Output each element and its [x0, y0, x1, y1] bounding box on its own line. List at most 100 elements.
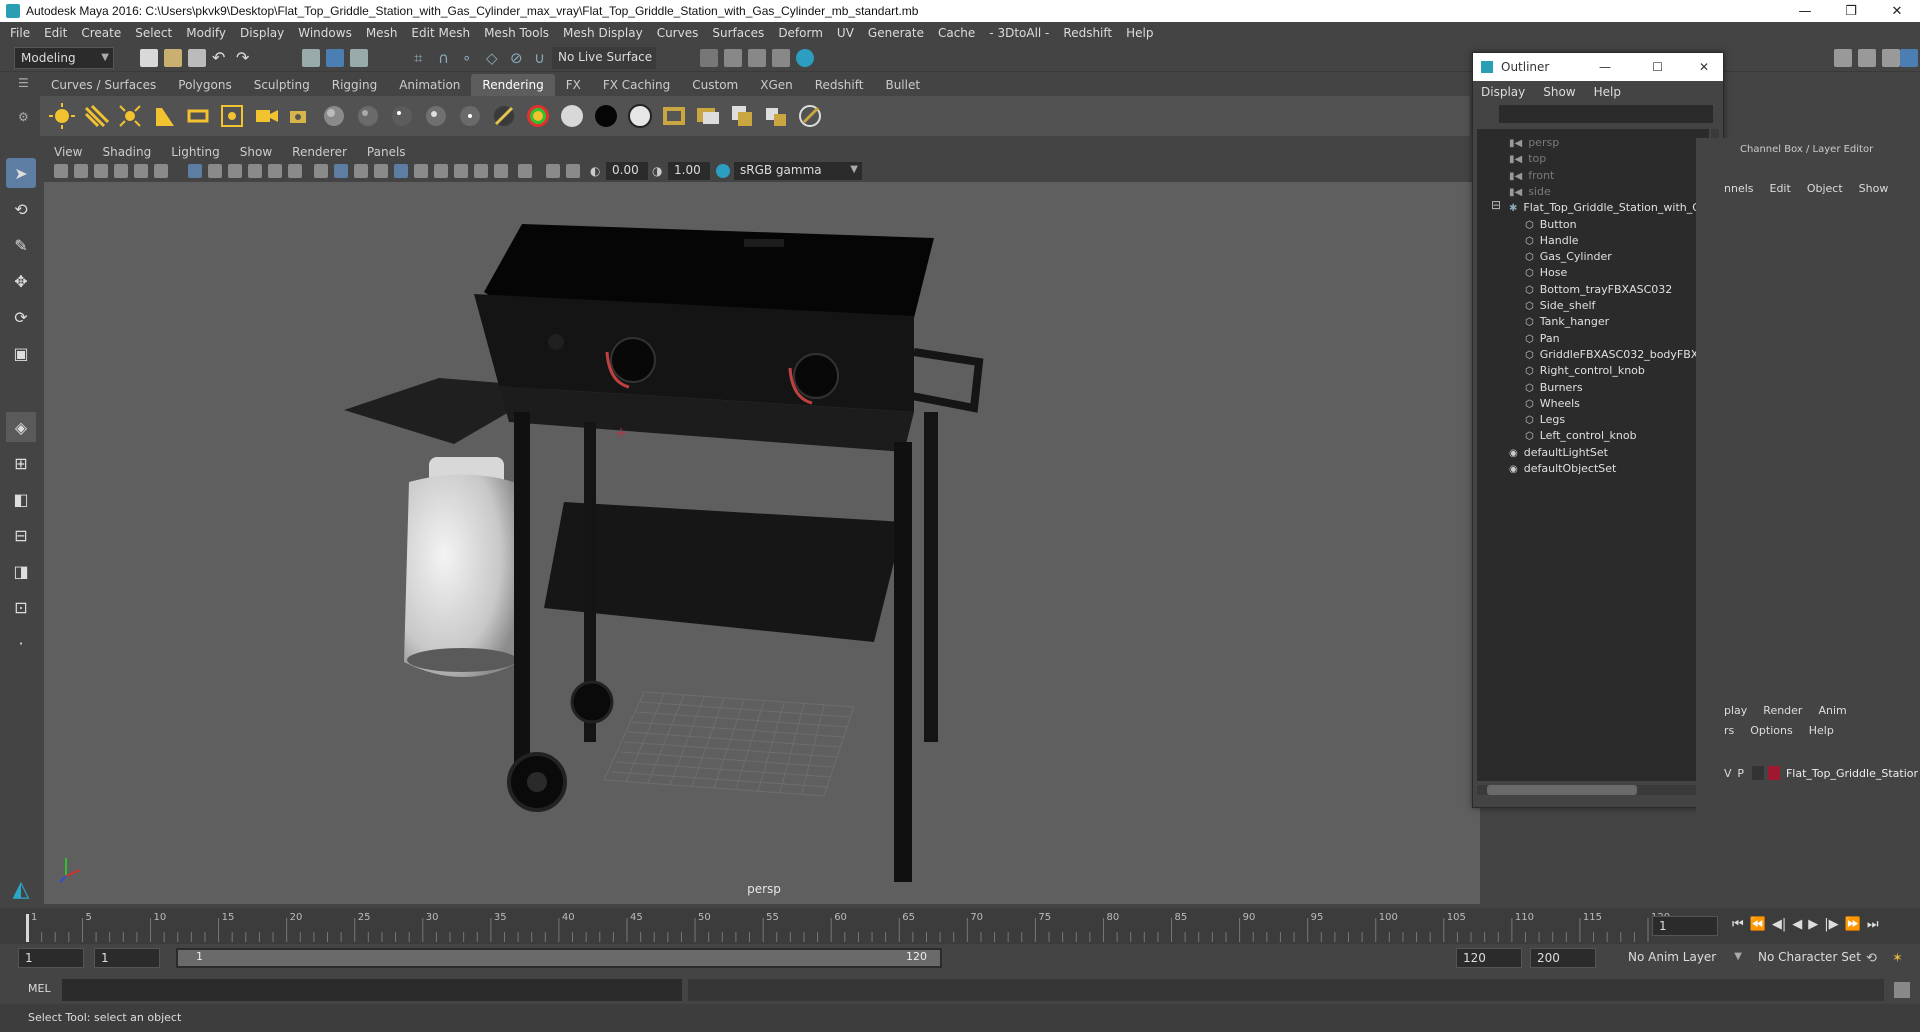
menu-item-15[interactable]: Generate [868, 26, 924, 40]
menu-item-6[interactable]: Windows [298, 26, 352, 40]
white-outline-sphere-icon[interactable] [626, 102, 654, 130]
select-tool-icon[interactable]: ➤ [6, 158, 36, 188]
render-sequence-icon[interactable] [660, 102, 688, 130]
layer-menus-item-0[interactable]: rs [1724, 724, 1734, 737]
undo-icon[interactable]: ↶ [212, 49, 230, 67]
cb-menus-item-0[interactable]: nnels [1724, 182, 1754, 195]
shelf-tab-2[interactable]: Sculpting [243, 74, 321, 96]
outliner-close-button[interactable]: ✕ [1699, 60, 1709, 74]
render-diagnostics-icon[interactable] [796, 102, 824, 130]
menu-item-14[interactable]: UV [837, 26, 854, 40]
outliner-tree[interactable]: ▮◀ persp ▮◀ top ▮◀ front ▮◀ side ✱ Flat_Top_Gridd… [1477, 129, 1709, 781]
outliner-menu-item-0[interactable]: Display [1481, 85, 1525, 99]
go-to-start-icon[interactable]: ⏮ [1732, 917, 1744, 932]
2d-pan-zoom-icon[interactable] [134, 164, 148, 178]
layer-menus-item-2[interactable]: Help [1809, 724, 1834, 737]
shadows-icon[interactable] [434, 164, 448, 178]
close-button[interactable]: ✕ [1874, 0, 1920, 22]
current-frame-field[interactable]: 1 [1652, 916, 1718, 936]
layer-visibility-toggle[interactable]: V [1724, 767, 1737, 780]
animation-prefs-icon[interactable]: ✶ [1892, 951, 1903, 966]
auto-key-icon[interactable]: ⟲ [1866, 951, 1877, 966]
collapse-toggle-icon[interactable]: ⊟ [1491, 198, 1501, 212]
go-to-end-icon[interactable]: ⏭ [1867, 917, 1879, 932]
cb-menus-item-2[interactable]: Object [1807, 182, 1843, 195]
single-perspective-layout-icon[interactable]: ◈ [6, 412, 36, 442]
hypershade-layout-icon[interactable]: ◨ [6, 556, 36, 586]
menu-item-5[interactable]: Display [240, 26, 284, 40]
sphere-metal-icon[interactable] [422, 102, 450, 130]
menu-item-4[interactable]: Modify [186, 26, 226, 40]
anti-aliasing-icon[interactable] [494, 164, 508, 178]
hypershade-icon[interactable] [796, 49, 814, 67]
smooth-shade-icon[interactable] [334, 164, 348, 178]
current-time-indicator[interactable] [26, 914, 29, 942]
xray-icon[interactable] [394, 164, 408, 178]
field-chart-icon[interactable] [268, 164, 282, 178]
shelf-tab-4[interactable]: Animation [388, 74, 471, 96]
select-object-icon[interactable] [326, 49, 344, 67]
open-scene-icon[interactable] [164, 49, 182, 67]
snap-grid-icon[interactable]: ⌗ [414, 49, 432, 67]
layout-options-icon[interactable]: · [6, 628, 36, 658]
lasso-tool-icon[interactable]: ⟲ [6, 194, 36, 224]
black-sphere-icon[interactable] [592, 102, 620, 130]
color-space-dropdown[interactable]: sRGB gamma ▼ [734, 162, 862, 180]
white-sphere-icon[interactable] [558, 102, 586, 130]
layer-reference-toggle[interactable] [1752, 766, 1765, 780]
menu-item-10[interactable]: Mesh Display [563, 26, 643, 40]
ambient-light-icon[interactable] [48, 102, 76, 130]
directional-light-icon[interactable] [82, 102, 110, 130]
play-backward-icon[interactable]: ◀ [1792, 917, 1802, 932]
sphere-aniso-icon[interactable] [456, 102, 484, 130]
persp-outliner-layout-icon[interactable]: ◧ [6, 484, 36, 514]
anim-layer-dropdown[interactable]: No Anim Layer ▼ [1622, 948, 1746, 968]
step-back-key-icon[interactable]: ⏪ [1750, 917, 1766, 932]
viewport-menu-item-1[interactable]: Shading [102, 145, 151, 159]
stripe-shader-icon[interactable] [490, 102, 518, 130]
menu-item-3[interactable]: Select [135, 26, 172, 40]
outliner-menu-item-2[interactable]: Help [1594, 85, 1621, 99]
move-tool-icon[interactable]: ✥ [6, 266, 36, 296]
outliner-maximize-button[interactable]: ☐ [1652, 60, 1663, 74]
play-forward-icon[interactable]: ▶ [1808, 917, 1818, 932]
shelf-settings-icon[interactable]: ⚙ [18, 110, 32, 124]
layer-menus-item-1[interactable]: Options [1750, 724, 1792, 737]
render-settings-icon[interactable] [772, 49, 790, 67]
xray-active-icon[interactable] [566, 164, 580, 178]
menu-item-19[interactable]: Help [1126, 26, 1153, 40]
shelf-tab-1[interactable]: Polygons [167, 74, 242, 96]
script-language-label[interactable]: MEL [28, 982, 51, 995]
menu-item-9[interactable]: Mesh Tools [484, 26, 549, 40]
layer-tabs-item-1[interactable]: Render [1763, 704, 1802, 717]
render-pass-icon[interactable] [762, 102, 790, 130]
four-view-layout-icon[interactable]: ⊞ [6, 448, 36, 478]
range-slider-handle[interactable] [178, 950, 940, 966]
rotate-tool-icon[interactable]: ⟳ [6, 302, 36, 332]
render-frame-icon[interactable] [724, 49, 742, 67]
image-plane-icon[interactable] [114, 164, 128, 178]
persp-graph-layout-icon[interactable]: ⊟ [6, 520, 36, 550]
render-view-icon[interactable] [700, 49, 718, 67]
shelf-tab-0[interactable]: Curves / Surfaces [40, 74, 167, 96]
shelf-tab-7[interactable]: FX Caching [592, 74, 681, 96]
wireframe-on-shaded-icon[interactable] [354, 164, 368, 178]
channel-box-toggle-icon[interactable] [1900, 49, 1918, 67]
menu-item-0[interactable]: File [10, 26, 30, 40]
tool-settings-icon[interactable] [1882, 49, 1900, 67]
time-slider[interactable]: 1 5 10 15 20 25 30 35 40 45 50 55 60 65 70 75 80 85 90 95 10… [0, 908, 1920, 944]
cb-menus-item-3[interactable]: Show [1859, 182, 1889, 195]
menu-item-11[interactable]: Curves [657, 26, 699, 40]
menu-item-17[interactable]: - 3DtoAll - [989, 26, 1049, 40]
exposure-field[interactable]: 0.00 [606, 162, 648, 180]
layer-playback-toggle[interactable]: P [1737, 767, 1752, 780]
sphere-shiny-icon[interactable] [388, 102, 416, 130]
step-forward-key-icon[interactable]: ⏩ [1845, 917, 1861, 932]
point-light-icon[interactable] [116, 102, 144, 130]
display-layer-row[interactable]: V P Flat_Top_Griddle_Statior [1724, 764, 1918, 782]
layer-color-swatch[interactable] [1768, 766, 1780, 780]
select-hierarchy-icon[interactable] [302, 49, 320, 67]
character-set-dropdown[interactable]: No Character Set [1752, 948, 1876, 968]
gate-mask-icon[interactable] [248, 164, 262, 178]
outliner-hscroll-thumb[interactable] [1487, 785, 1637, 795]
